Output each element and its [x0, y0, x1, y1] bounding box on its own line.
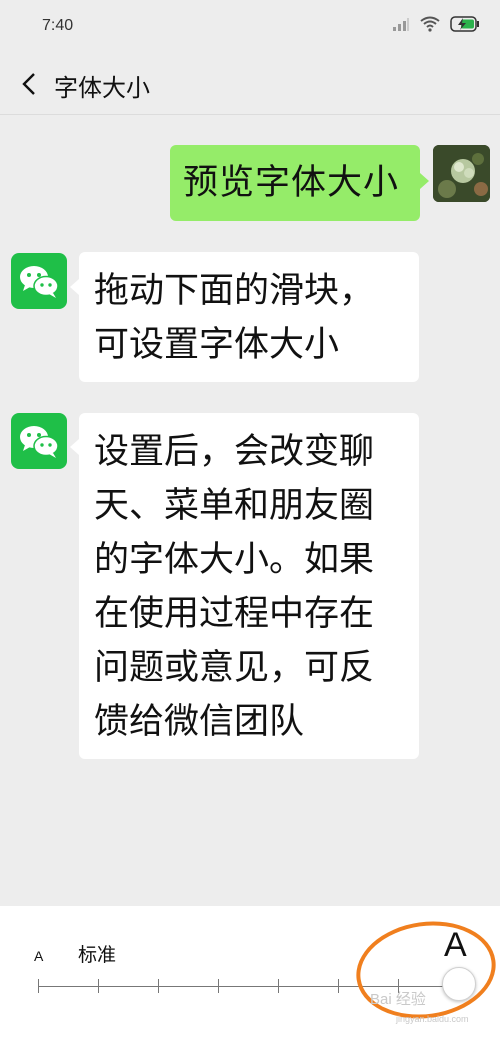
slider-tick[interactable] [338, 979, 339, 993]
bubble-tail [70, 439, 79, 455]
self-message-bubble: 预览字体大小 [170, 145, 420, 221]
succulent-avatar-image [433, 145, 490, 202]
wechat-icon [20, 426, 59, 458]
battery-charging-icon [450, 16, 479, 32]
signal-icon [393, 18, 409, 31]
font-size-slider-panel: A 标准 A Bai 经验 jingyan.baidu.com [0, 906, 500, 1039]
wechat-logo-avatar [11, 413, 67, 469]
status-icons [392, 16, 480, 32]
bubble-tail [70, 279, 79, 295]
wechat-icon [20, 266, 59, 298]
nav-header: 字体大小 [0, 56, 500, 115]
slider-tick[interactable] [278, 979, 279, 993]
slider-tick[interactable] [98, 979, 99, 993]
status-bar: 7:40 [0, 0, 500, 56]
message-text: 拖动下面的滑块，可设置字体大小 [94, 271, 375, 365]
back-arrow-icon[interactable] [18, 70, 42, 98]
page-title: 字体大小 [54, 74, 150, 102]
watermark-text: Bai 经验 [370, 991, 426, 1008]
slider-tick[interactable] [218, 979, 219, 993]
slider-tick[interactable] [38, 979, 39, 993]
highlight-annotation-circle [350, 912, 500, 1028]
avatar [433, 145, 490, 202]
bot-message-bubble: 设置后，会改变聊天、菜单和朋友圈的字体大小。如果在使用过程中存在问题或意见，可反… [79, 413, 419, 759]
slider-tick[interactable] [158, 979, 159, 993]
watermark-subtext: jingyan.baidu.com [396, 1014, 469, 1024]
wechat-logo-avatar [11, 253, 67, 309]
bot-message-bubble: 拖动下面的滑块，可设置字体大小 [79, 252, 419, 382]
standard-label: 标准 [78, 944, 117, 966]
status-time: 7:40 [42, 17, 74, 34]
message-text: 预览字体大小 [183, 163, 400, 203]
wifi-icon [420, 16, 440, 32]
bubble-tail [420, 173, 429, 189]
preview-message-list: 预览字体大小 拖动下面的滑块，可设置字体大小 设置后，会改变聊天、菜单和朋友圈的… [0, 115, 500, 905]
message-text: 设置后，会改变聊天、菜单和朋友圈的字体大小。如果在使用过程中存在问题或意见，可反… [94, 432, 375, 742]
small-font-label: A [34, 948, 44, 964]
